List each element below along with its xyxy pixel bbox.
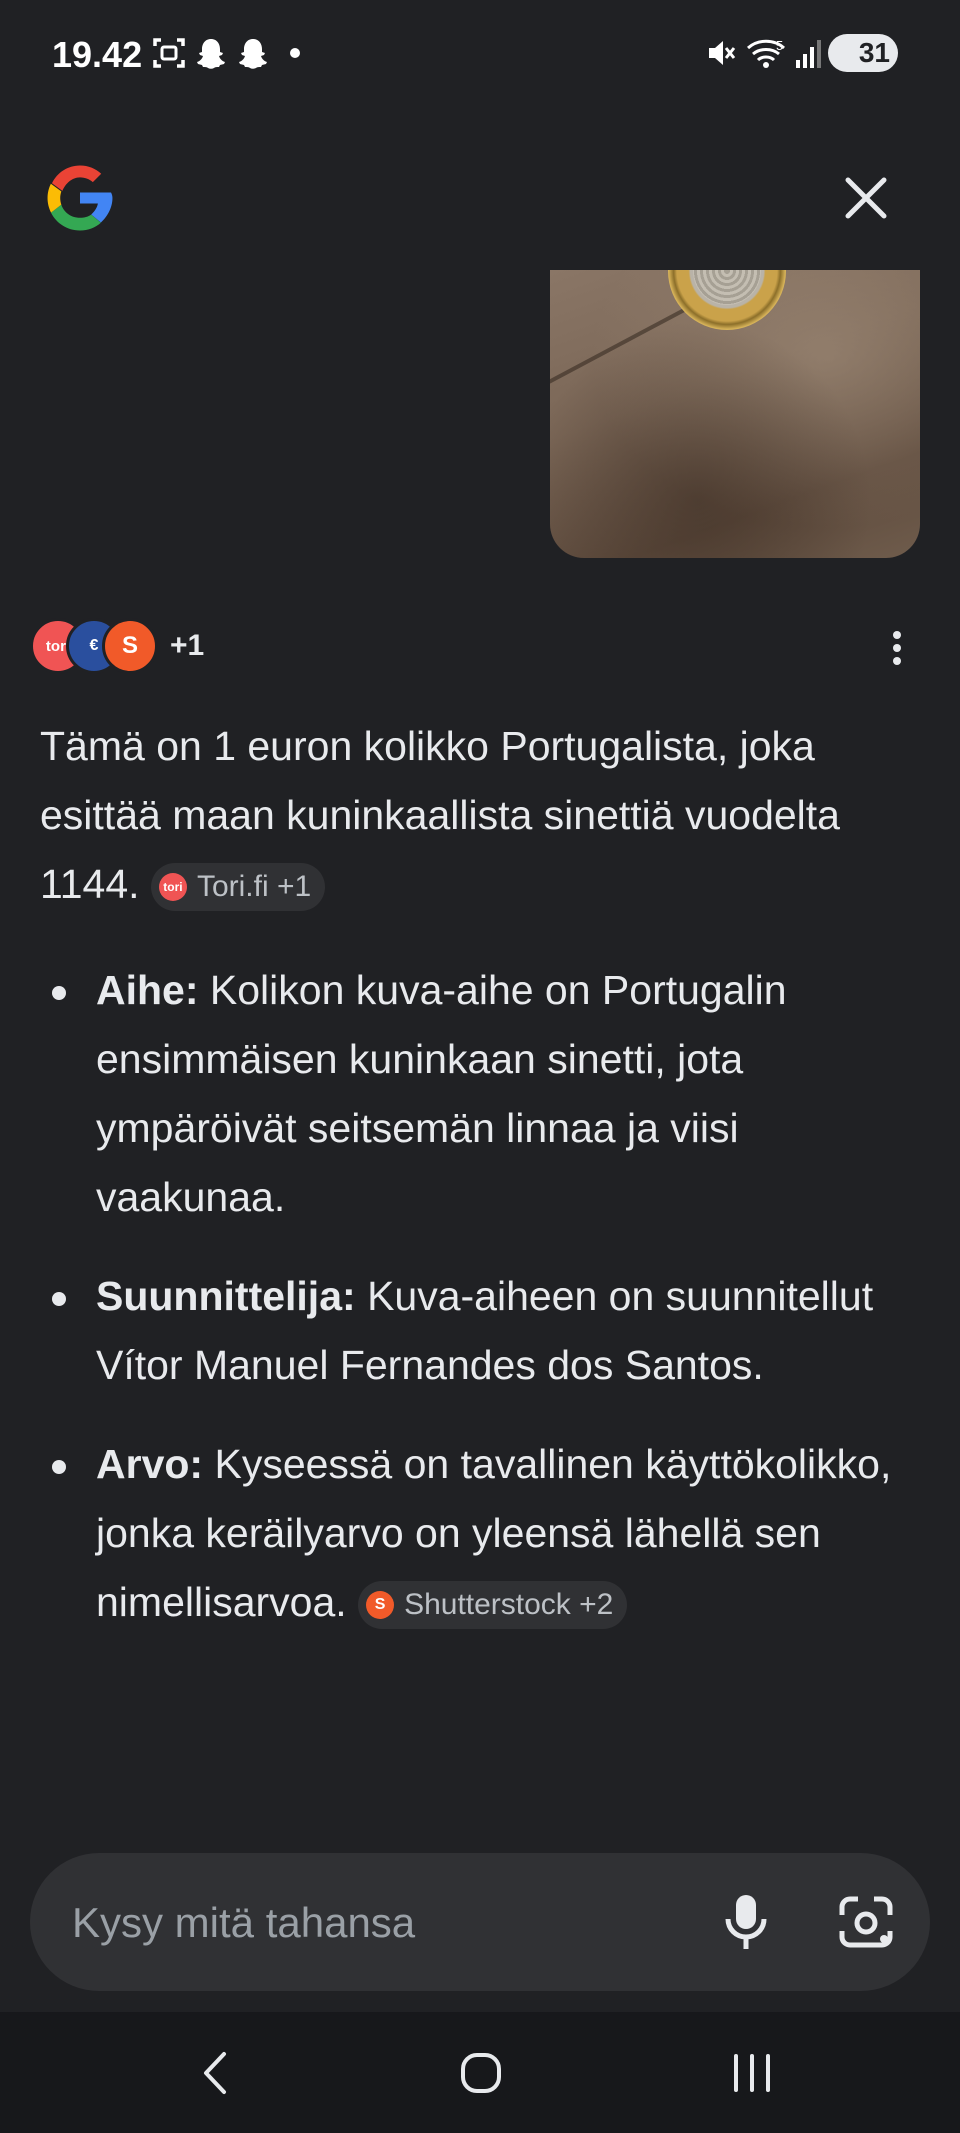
recent-apps-icon[interactable]: [730, 2046, 774, 2100]
ai-answer-intro: Tämä on 1 euron kolikko Portugalista, jo…: [40, 712, 920, 919]
snapchat-icon: [239, 39, 267, 69]
tori-icon: tori: [158, 873, 187, 902]
ask-input[interactable]: [70, 1853, 694, 1993]
source-chip-shutterstock[interactable]: S Shutterstock +2: [358, 1581, 628, 1630]
bullet-title: Suunnittelija:: [96, 1273, 356, 1319]
bullet-title: Aihe:: [96, 967, 199, 1013]
list-item: Suunnittelija: Kuva-aiheen on suunnitell…: [40, 1262, 920, 1400]
sources-more-count: +1: [170, 629, 205, 662]
back-icon[interactable]: [196, 2046, 232, 2100]
google-lens-icon[interactable]: [836, 1893, 896, 1951]
shutterstock-icon: S: [366, 1591, 395, 1620]
signal-icon: [796, 40, 821, 68]
source-chip-label: Tori.fi +1: [196, 870, 312, 904]
system-nav-bar: [0, 2012, 960, 2133]
query-image[interactable]: [550, 270, 920, 558]
answer-bullet-list: Aihe: Kolikon kuva-aihe on Portugalin en…: [40, 956, 920, 1667]
home-icon[interactable]: [458, 2046, 504, 2100]
source-shutterstock-icon: S: [102, 618, 158, 674]
network-label: 5: [776, 38, 783, 53]
snapchat-icon: [197, 39, 225, 69]
ask-bar: [30, 1853, 930, 1993]
google-logo-icon[interactable]: [42, 160, 118, 236]
list-item: Arvo: Kyseessä on tavallinen käyttökolik…: [40, 1430, 920, 1637]
list-item: Aihe: Kolikon kuva-aihe on Portugalin en…: [40, 956, 920, 1232]
bullet-dot: [52, 986, 66, 1000]
battery-indicator: 31: [828, 34, 898, 72]
coin-image: [668, 270, 786, 330]
source-chip-label: Shutterstock +2: [404, 1588, 614, 1622]
close-icon[interactable]: [838, 170, 894, 226]
bullet-text: Kolikon kuva-aihe on Portugalin ensimmäi…: [96, 967, 787, 1220]
battery-level: 31: [858, 37, 890, 68]
status-time: 19.42: [52, 34, 143, 75]
mute-icon: [709, 41, 736, 65]
bullet-dot: [52, 1292, 66, 1306]
sources-row[interactable]: tori € S +1: [30, 618, 204, 674]
more-options-icon[interactable]: [880, 626, 914, 670]
screenshot-icon: [153, 38, 185, 68]
source-chip-tori[interactable]: tori Tori.fi +1: [150, 863, 326, 912]
wifi-icon: 5: [746, 38, 786, 68]
status-bar: 19.42 5 31: [0, 0, 960, 110]
bullet-title: Arvo:: [96, 1441, 204, 1487]
notification-dot-icon: [290, 48, 300, 58]
microphone-icon[interactable]: [718, 1891, 774, 1953]
bullet-dot: [52, 1460, 66, 1474]
